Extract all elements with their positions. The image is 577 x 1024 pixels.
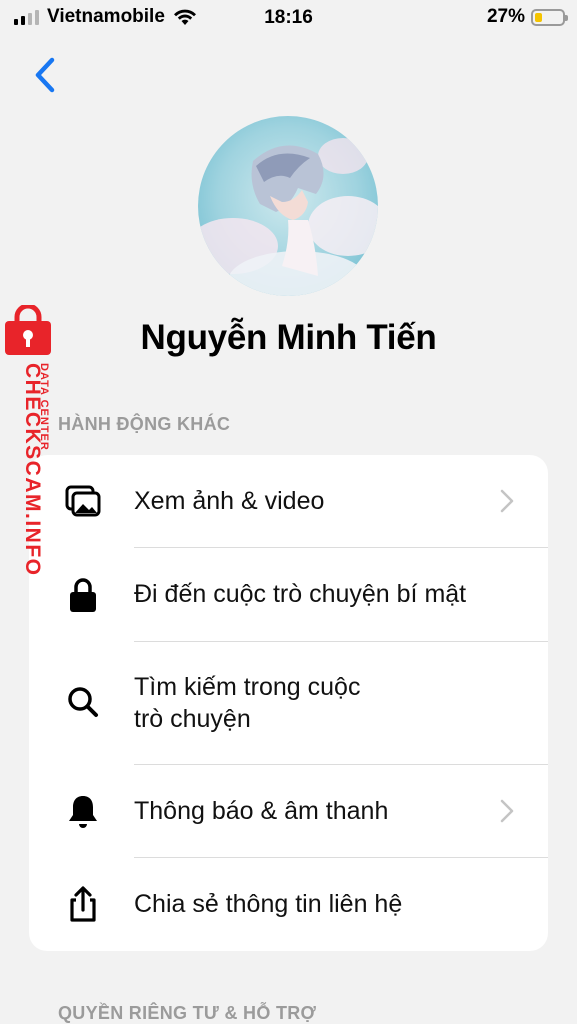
svg-text:DATA CENTER: DATA CENTER [38,363,50,451]
search-icon [63,682,103,722]
battery-icon [531,8,568,26]
row-label: Chia sẻ thông tin liên hệ [134,890,403,918]
battery-percent: 27% [486,6,525,27]
avatar-image [198,116,378,296]
chevron-right-icon [500,799,514,823]
lock-icon [63,574,103,614]
secret-conversation-row[interactable]: Đi đến cuộc trò chuyện bí mật [29,548,548,641]
row-label: Xem ảnh & video [134,487,325,515]
row-label: Đi đến cuộc trò chuyện bí mật [134,580,467,608]
view-media-row[interactable]: Xem ảnh & video [29,455,548,547]
row-label: Thông báo & âm thanh [134,797,389,825]
chevron-left-icon [35,57,55,93]
search-in-conversation-row[interactable]: Tìm kiếm trong cuộc trò chuyện [29,642,548,764]
profile-avatar[interactable] [198,116,378,296]
section-header-privacy-support: QUYỀN RIÊNG TƯ & HỖ TRỢ [58,1003,317,1023]
actions-card: Xem ảnh & video Đi đến cuộc trò chuyện b… [29,455,548,951]
share-icon [63,884,103,924]
share-contact-row[interactable]: Chia sẻ thông tin liên hệ [29,858,548,951]
notifications-sounds-row[interactable]: Thông báo & âm thanh [29,765,548,857]
checkscam-watermark: CHECKSCAM.INFO DATA CENTER [5,305,51,577]
row-label-line2: trò chuyện [134,705,251,733]
photo-gallery-icon [63,481,103,521]
section-header-other-actions: HÀNH ĐỘNG KHÁC [58,414,231,434]
back-button[interactable] [30,54,64,98]
status-right: 27% [486,6,568,28]
profile-name: Nguyễn Minh Tiến [140,318,437,357]
row-label-line1: Tìm kiếm trong cuộc [134,673,361,701]
bell-icon [63,791,103,831]
status-bar: Vietnamobile 18:16 27% [0,0,577,38]
battery-level [535,12,543,22]
chevron-right-icon [500,489,514,513]
